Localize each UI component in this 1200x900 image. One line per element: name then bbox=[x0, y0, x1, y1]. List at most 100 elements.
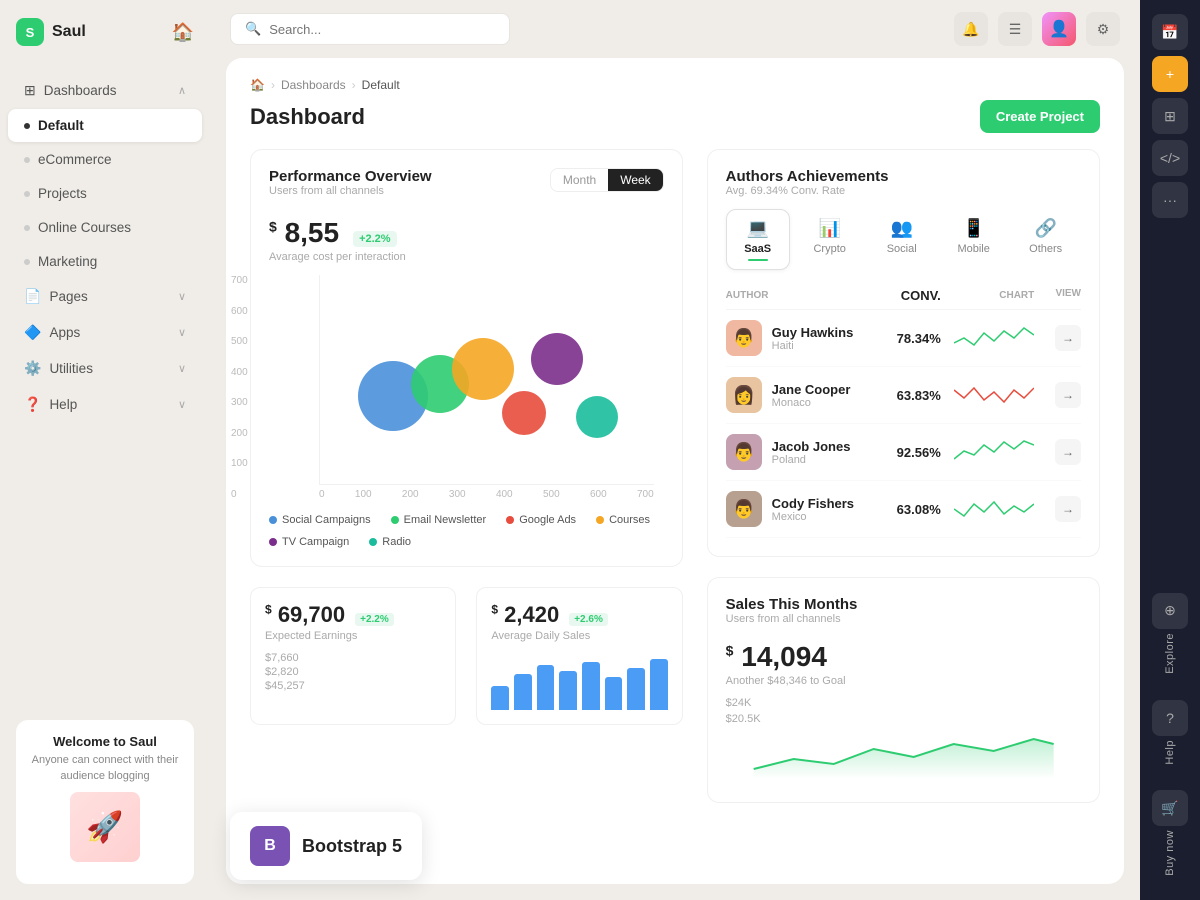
buy-now-label: Buy now bbox=[1164, 830, 1176, 876]
table-row: 👩 Jane Cooper Monaco 63.83% bbox=[726, 367, 1081, 424]
explore-panel-item[interactable]: ⊕ Explore bbox=[1152, 583, 1188, 684]
sidebar-header: S Saul 🏠 bbox=[0, 0, 210, 64]
author-avatar: 👩 bbox=[726, 377, 762, 413]
buy-button[interactable]: 🛒 bbox=[1152, 790, 1188, 826]
dots-icon-button[interactable]: ··· bbox=[1152, 182, 1188, 218]
author-name: Guy Hawkins bbox=[772, 325, 854, 340]
sidebar-nav: ⊞ Dashboards ∧ Default eCommerce bbox=[0, 64, 210, 704]
search-box[interactable]: 🔍 bbox=[230, 13, 510, 45]
tab-mobile[interactable]: 📱 Mobile bbox=[942, 209, 1006, 270]
month-toggle-button[interactable]: Month bbox=[551, 169, 608, 191]
help-panel-item[interactable]: ? Help bbox=[1152, 690, 1188, 775]
sidebar-item-default[interactable]: Default bbox=[8, 109, 202, 142]
sidebar-item-label: Default bbox=[38, 118, 84, 133]
sidebar-item-apps[interactable]: 🔷 Apps ∨ bbox=[8, 315, 202, 350]
metric-label: Avarage cost per interaction bbox=[269, 251, 664, 263]
sidebar-item-dashboards[interactable]: ⊞ Dashboards ∧ bbox=[8, 73, 202, 108]
metric-value: $ 8,55 bbox=[269, 217, 339, 249]
sidebar-item-projects[interactable]: Projects bbox=[8, 177, 202, 210]
sidebar-item-utilities[interactable]: ⚙️ Utilities ∨ bbox=[8, 351, 202, 386]
view-button[interactable]: → bbox=[1055, 496, 1081, 522]
sidebar-item-label: Pages bbox=[49, 289, 87, 304]
legend-item-radio: Radio bbox=[369, 536, 411, 548]
welcome-title: Welcome to Saul bbox=[30, 734, 180, 749]
nav-dot bbox=[24, 225, 30, 231]
author-name: Cody Fishers bbox=[772, 496, 854, 511]
tab-social[interactable]: 👥 Social bbox=[870, 209, 934, 270]
chart-bubble bbox=[576, 396, 618, 438]
legend-item-google: Google Ads bbox=[506, 514, 576, 526]
author-conv: 63.08% bbox=[866, 502, 941, 517]
explore-button[interactable]: ⊕ bbox=[1152, 593, 1188, 629]
th-view: VIEW bbox=[1034, 288, 1081, 303]
menu-button[interactable]: ☰ bbox=[998, 12, 1032, 46]
plus-icon-button[interactable]: + bbox=[1152, 56, 1188, 92]
help-icon: ❓ bbox=[24, 396, 41, 413]
expected-earnings-value: 69,700 bbox=[278, 602, 345, 627]
sidebar-item-label: eCommerce bbox=[38, 152, 112, 167]
search-input[interactable] bbox=[269, 22, 495, 37]
sidebar-item-pages[interactable]: 📄 Pages ∨ bbox=[8, 279, 202, 314]
nav-dot-active bbox=[24, 123, 30, 129]
y-axis: 700 600 500 400 300 200 100 0 bbox=[231, 275, 248, 500]
create-project-button[interactable]: Create Project bbox=[980, 100, 1100, 133]
table-header: AUTHOR CONV. CHART VIEW bbox=[726, 282, 1081, 310]
mobile-icon: 📱 bbox=[962, 218, 984, 239]
bubble-chart bbox=[319, 275, 654, 485]
help-button[interactable]: ? bbox=[1152, 700, 1188, 736]
authors-title: Authors Achievements bbox=[726, 168, 1081, 185]
app-name: Saul bbox=[52, 23, 86, 41]
notification-button[interactable]: 🔔 bbox=[954, 12, 988, 46]
sales-title: Sales This Months bbox=[726, 596, 1081, 613]
tab-others[interactable]: 🔗 Others bbox=[1014, 209, 1078, 270]
view-button[interactable]: → bbox=[1055, 439, 1081, 465]
week-toggle-button[interactable]: Week bbox=[608, 169, 662, 191]
view-button[interactable]: → bbox=[1055, 325, 1081, 351]
buy-panel-item[interactable]: 🛒 Buy now bbox=[1152, 780, 1188, 886]
author-country: Monaco bbox=[772, 397, 851, 409]
legend-item-email: Email Newsletter bbox=[391, 514, 487, 526]
th-author: AUTHOR bbox=[726, 288, 866, 303]
x-axis: 0 100 200 300 400 500 600 700 bbox=[319, 485, 654, 500]
tab-crypto[interactable]: 📊 Crypto bbox=[798, 209, 862, 270]
legend-dot bbox=[269, 516, 277, 524]
grid-icon-button[interactable]: ⊞ bbox=[1152, 98, 1188, 134]
legend-dot bbox=[391, 516, 399, 524]
authors-card: Authors Achievements Avg. 69.34% Conv. R… bbox=[707, 149, 1100, 557]
tab-saas[interactable]: 💻 SaaS bbox=[726, 209, 790, 270]
author-country: Haiti bbox=[772, 340, 854, 352]
search-icon: 🔍 bbox=[245, 21, 261, 37]
astronaut-illustration: 🚀 bbox=[70, 792, 140, 862]
sidebar-item-label: Online Courses bbox=[38, 220, 131, 235]
table-row: 👨 Guy Hawkins Haiti 78.34% bbox=[726, 310, 1081, 367]
stats-row: $ 69,700 +2.2% Expected Earnings $7,660 … bbox=[250, 587, 683, 725]
breadcrumb-current: Default bbox=[362, 78, 400, 92]
chart-bubble bbox=[531, 333, 583, 385]
view-button[interactable]: → bbox=[1055, 382, 1081, 408]
explore-label: Explore bbox=[1164, 633, 1176, 674]
calendar-icon-button[interactable]: 📅 bbox=[1152, 14, 1188, 50]
performance-subtitle: Users from all channels bbox=[269, 185, 432, 197]
avatar[interactable]: 👤 bbox=[1042, 12, 1076, 46]
sales-value: $ 14,094 bbox=[726, 641, 827, 673]
sidebar-toggle-icon[interactable]: 🏠 bbox=[172, 22, 194, 43]
bar bbox=[582, 662, 600, 710]
expected-earnings-badge: +2.2% bbox=[355, 613, 394, 626]
header: 🔍 🔔 ☰ 👤 ⚙ bbox=[210, 0, 1140, 58]
settings-icon[interactable]: ⚙ bbox=[1086, 12, 1120, 46]
author-name: Jane Cooper bbox=[772, 382, 851, 397]
metric-badge: +2.2% bbox=[353, 231, 397, 247]
code-icon-button[interactable]: </> bbox=[1152, 140, 1188, 176]
legend-dot bbox=[369, 538, 377, 546]
sidebar-item-marketing[interactable]: Marketing bbox=[8, 245, 202, 278]
breadcrumb-dashboards[interactable]: Dashboards bbox=[281, 78, 346, 92]
table-row: 👨 Jacob Jones Poland 92.56% bbox=[726, 424, 1081, 481]
sidebar-item-online-courses[interactable]: Online Courses bbox=[8, 211, 202, 244]
sidebar-item-ecommerce[interactable]: eCommerce bbox=[8, 143, 202, 176]
welcome-card: Welcome to Saul Anyone can connect with … bbox=[16, 720, 194, 884]
sidebar-item-help[interactable]: ❓ Help ∨ bbox=[8, 387, 202, 422]
author-country: Poland bbox=[772, 454, 851, 466]
saas-icon: 💻 bbox=[746, 218, 768, 239]
legend-dot bbox=[269, 538, 277, 546]
expected-earnings-label: Expected Earnings bbox=[265, 630, 441, 642]
